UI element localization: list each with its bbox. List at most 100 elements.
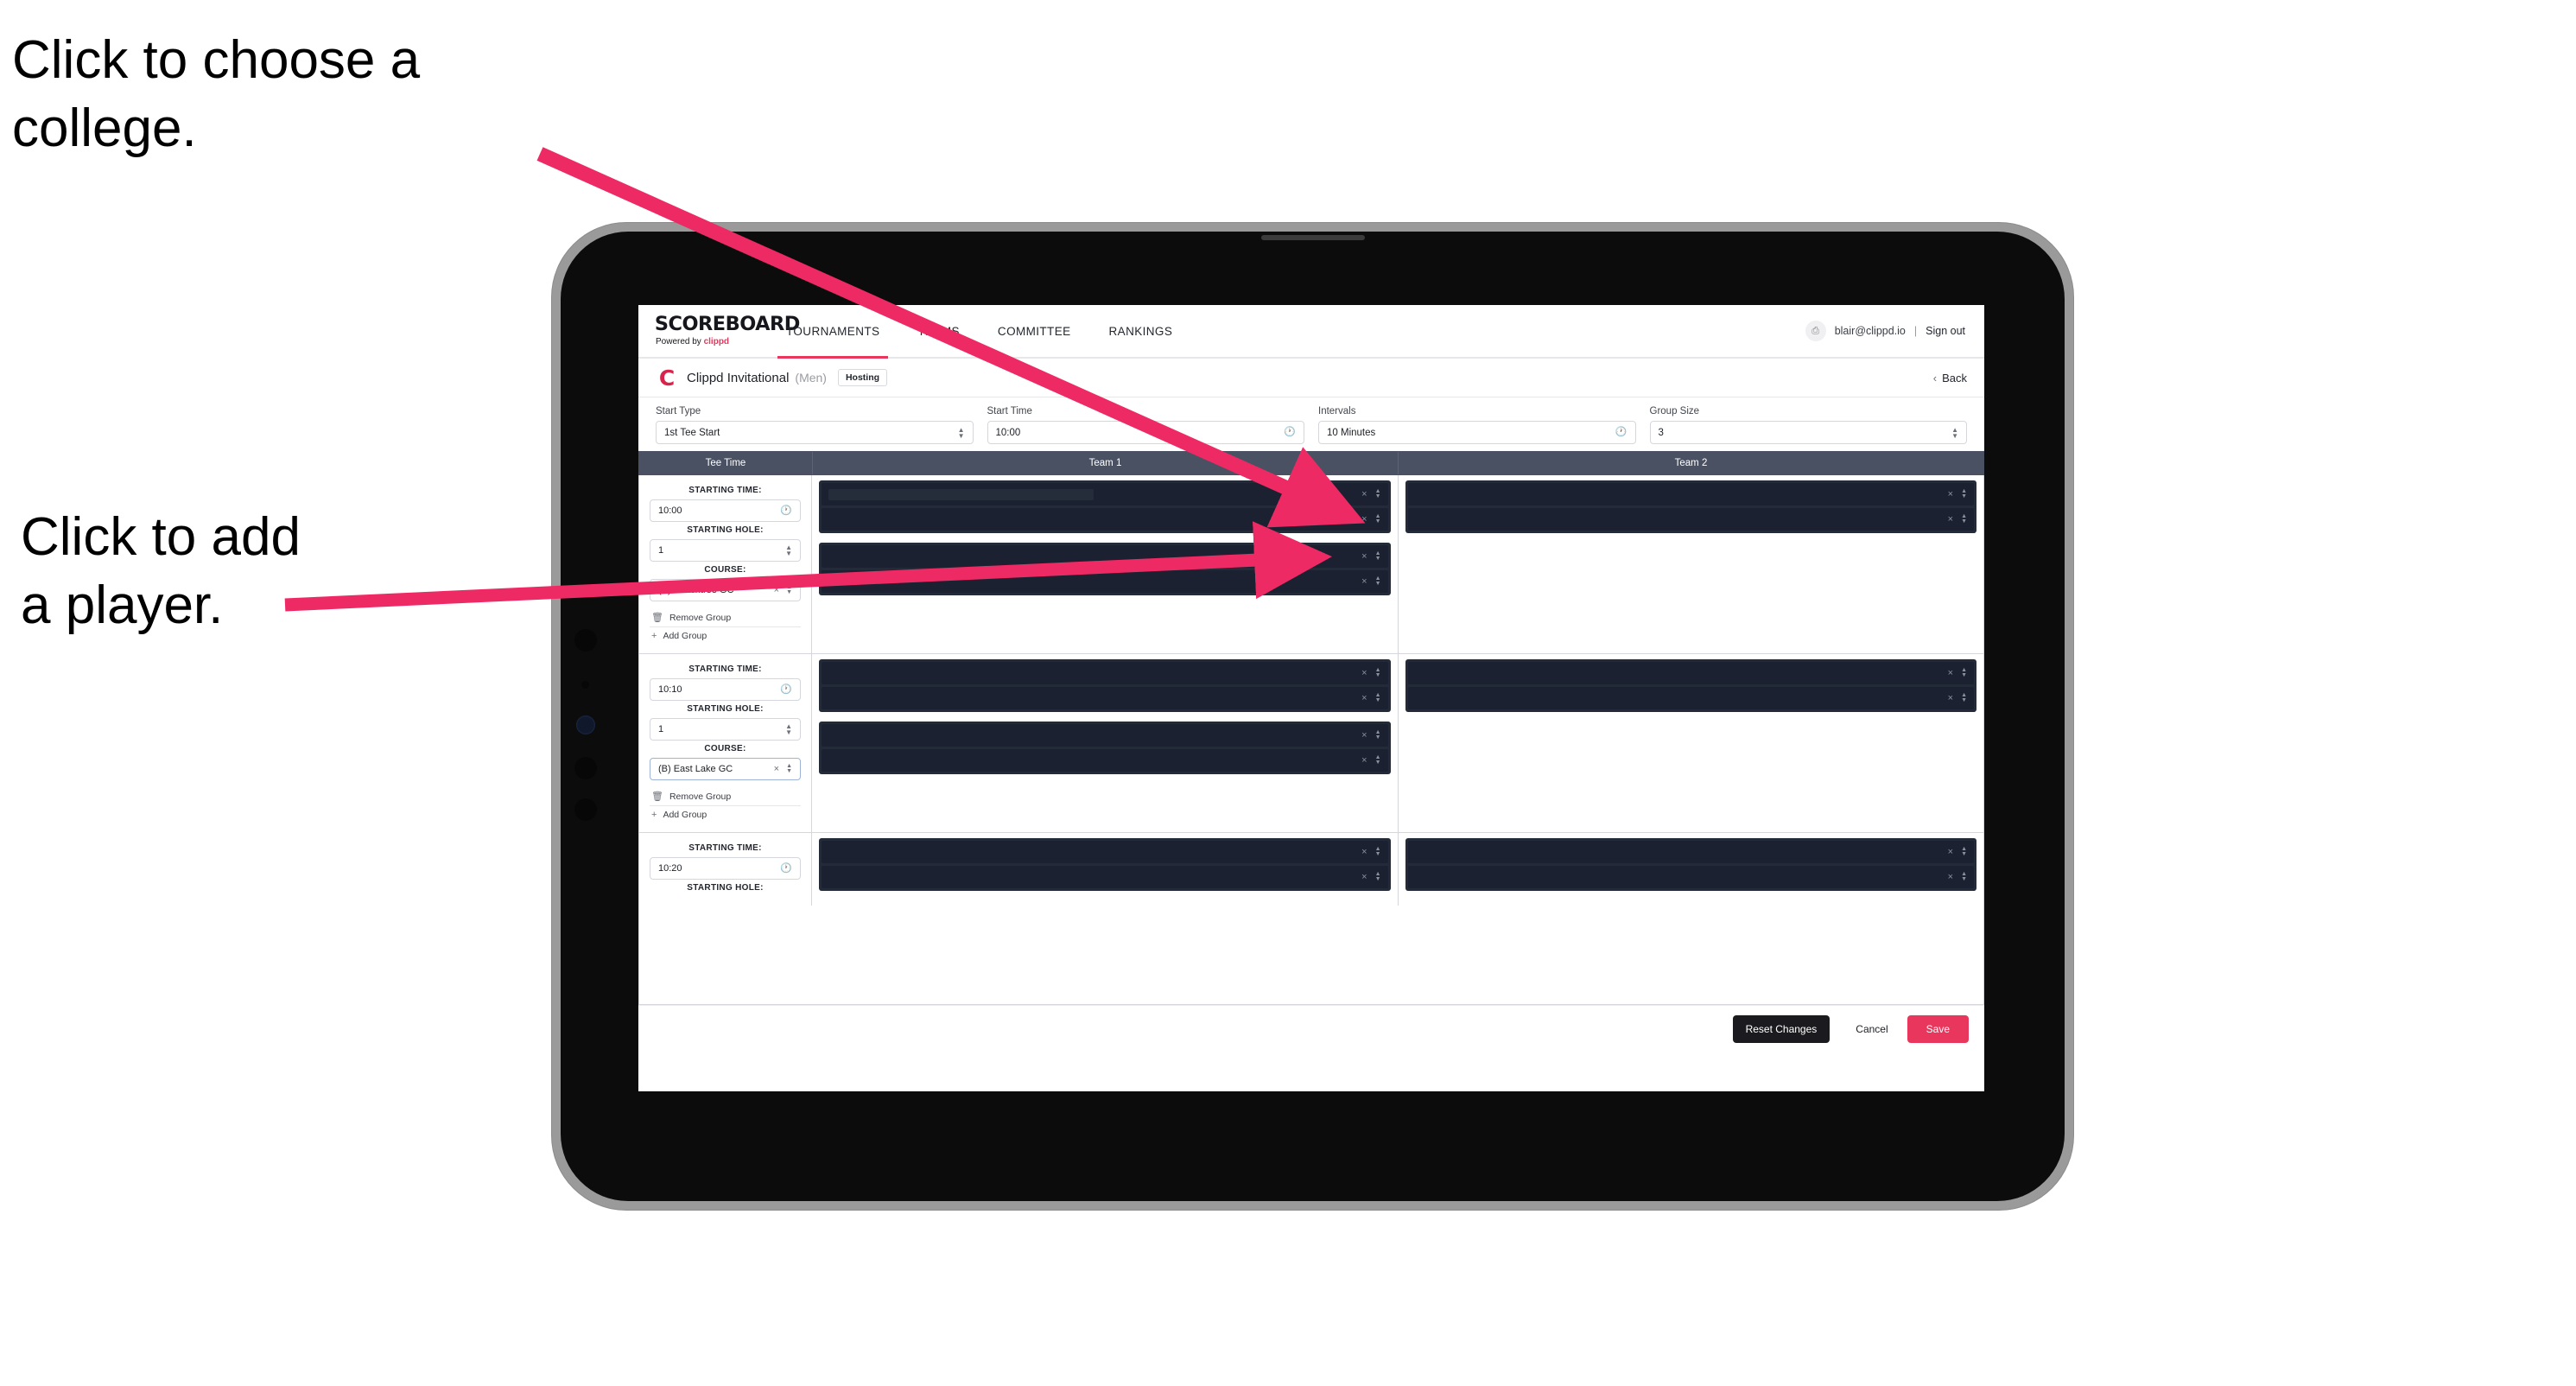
chevron-updown-icon[interactable]: ▲ ▼	[1375, 729, 1381, 741]
player-slot[interactable]: × ▲ ▼	[822, 841, 1388, 863]
clear-icon[interactable]: ×	[1361, 693, 1367, 703]
player-group: × ▲ ▼ × ▲ ▼	[1405, 659, 1976, 712]
player-slot[interactable]: × ▲ ▼	[1407, 662, 1974, 684]
course-select[interactable]: (A) Peachtree GC × ▲ ▼	[650, 579, 801, 601]
sign-out-link[interactable]: Sign out	[1926, 325, 1965, 337]
nav-item-teams[interactable]: TEAMS	[898, 305, 979, 357]
slot-controls: × ▲ ▼	[1948, 871, 1967, 882]
start-time-input[interactable]: 10:00 🕐	[987, 421, 1304, 444]
chevron-updown-icon[interactable]: ▲ ▼	[1961, 513, 1967, 525]
clear-icon[interactable]: ×	[1361, 551, 1367, 562]
player-slot[interactable]: × ▲ ▼	[822, 662, 1388, 684]
nav-item-tournaments[interactable]: TOURNAMENTS	[767, 305, 898, 359]
clear-icon[interactable]: ×	[1361, 730, 1367, 741]
save-button[interactable]: Save	[1907, 1015, 1969, 1043]
clear-icon[interactable]: ×	[1361, 872, 1367, 882]
player-slot[interactable]: × ▲ ▼	[822, 483, 1388, 505]
clear-icon[interactable]: ×	[1948, 872, 1953, 882]
start-time-value: 10:00	[995, 427, 1021, 438]
player-slot[interactable]: × ▲ ▼	[822, 866, 1388, 888]
clock-icon[interactable]: 🕐	[780, 684, 792, 695]
clear-icon[interactable]: ×	[1361, 576, 1367, 587]
starting-hole-input[interactable]: 1 ▲ ▼	[650, 718, 801, 741]
course-select-value: (B) East Lake GC	[658, 764, 733, 774]
chevron-updown-icon[interactable]: ▲ ▼	[1375, 667, 1381, 678]
chevron-updown-icon[interactable]: ▲ ▼	[785, 723, 792, 736]
player-slot[interactable]: × ▲ ▼	[1407, 841, 1974, 863]
clear-icon[interactable]: ×	[1948, 693, 1953, 703]
player-slot[interactable]: × ▲ ▼	[1407, 687, 1974, 709]
reset-changes-button[interactable]: Reset Changes	[1732, 1015, 1830, 1043]
trash-icon: 🗑	[651, 791, 663, 802]
start-type-select[interactable]: 1st Tee Start ▲ ▼	[656, 421, 974, 444]
player-slot[interactable]: × ▲ ▼	[822, 508, 1388, 531]
clear-icon[interactable]: ×	[1361, 668, 1367, 678]
starting-time-input[interactable]: 10:20 🕐	[650, 857, 801, 880]
starting-time-input[interactable]: 10:00 🕐	[650, 499, 801, 522]
clear-icon[interactable]: ×	[1948, 847, 1953, 857]
logo-tagline-prefix: Powered by	[656, 337, 704, 346]
clock-icon[interactable]: 🕐	[1284, 428, 1296, 437]
clear-icon[interactable]: ×	[1948, 514, 1953, 525]
remove-group-button[interactable]: 🗑 Remove Group	[650, 609, 801, 627]
clear-icon[interactable]: ×	[1361, 489, 1367, 499]
camera-lens-icon	[576, 715, 595, 734]
nav-item-committee[interactable]: COMMITTEE	[979, 305, 1090, 357]
chevron-updown-icon[interactable]: ▲ ▼	[1961, 488, 1967, 499]
starting-time-input[interactable]: 10:10 🕐	[650, 678, 801, 701]
clock-icon[interactable]: 🕐	[780, 505, 792, 516]
remove-group-button[interactable]: 🗑 Remove Group	[650, 788, 801, 806]
slot-controls: × ▲ ▼	[1361, 513, 1381, 525]
course-select[interactable]: (B) East Lake GC × ▲ ▼	[650, 758, 801, 780]
chevron-updown-icon[interactable]: ▲ ▼	[1375, 550, 1381, 562]
chevron-updown-icon[interactable]: ▲ ▼	[1961, 667, 1967, 678]
player-slot[interactable]: × ▲ ▼	[822, 724, 1388, 747]
brand-logo[interactable]: SCOREBOARD Powered by clippd	[638, 305, 801, 357]
field-caption: STARTING TIME:	[688, 843, 762, 853]
starting-hole-input[interactable]: 1 ▲ ▼	[650, 539, 801, 562]
add-group-button[interactable]: + Add Group	[650, 806, 801, 823]
clock-icon[interactable]: 🕐	[1615, 428, 1627, 437]
back-button[interactable]: ‹ Back	[1933, 372, 1967, 385]
player-slot[interactable]: × ▲ ▼	[822, 687, 1388, 709]
clear-icon[interactable]: ×	[774, 585, 779, 594]
nav-item-rankings[interactable]: RANKINGS	[1090, 305, 1192, 357]
clear-icon[interactable]: ×	[1361, 755, 1367, 766]
chevron-updown-icon[interactable]: ▲ ▼	[1375, 575, 1381, 587]
clear-icon[interactable]: ×	[1948, 668, 1953, 678]
chevron-updown-icon[interactable]: ▲ ▼	[1375, 871, 1381, 882]
chevron-updown-icon[interactable]: ▲ ▼	[1375, 488, 1381, 499]
slot-controls: × ▲ ▼	[1361, 575, 1381, 587]
chevron-updown-icon: ▲ ▼	[1951, 425, 1958, 440]
slot-controls: × ▲ ▼	[1361, 846, 1381, 857]
clock-icon[interactable]: 🕐	[780, 863, 792, 874]
player-slot[interactable]: × ▲ ▼	[822, 545, 1388, 568]
player-slot[interactable]: × ▲ ▼	[822, 749, 1388, 772]
player-slot[interactable]: × ▲ ▼	[1407, 483, 1974, 505]
setting-start-time-label: Start Time	[987, 406, 1032, 416]
chevron-updown-icon[interactable]: ▲ ▼	[1961, 692, 1967, 703]
chevron-updown-icon[interactable]: ▲ ▼	[785, 544, 792, 557]
player-slot[interactable]: × ▲ ▼	[822, 570, 1388, 593]
add-group-button[interactable]: + Add Group	[650, 627, 801, 645]
chevron-updown-icon[interactable]: ▲ ▼	[786, 584, 792, 595]
clear-icon[interactable]: ×	[1948, 489, 1953, 499]
chevron-updown-icon[interactable]: ▲ ▼	[1375, 692, 1381, 703]
avatar[interactable]: ⎙	[1805, 321, 1826, 341]
clear-icon[interactable]: ×	[774, 764, 779, 773]
starting-hole-input-value: 1	[658, 724, 664, 734]
clear-icon[interactable]: ×	[1361, 514, 1367, 525]
chevron-updown-icon[interactable]: ▲ ▼	[1961, 846, 1967, 857]
chevron-updown-icon[interactable]: ▲ ▼	[1375, 513, 1381, 525]
start-type-value: 1st Tee Start	[664, 427, 720, 438]
clear-icon[interactable]: ×	[1361, 847, 1367, 857]
chevron-updown-icon[interactable]: ▲ ▼	[1375, 754, 1381, 766]
chevron-updown-icon[interactable]: ▲ ▼	[786, 763, 792, 774]
player-slot[interactable]: × ▲ ▼	[1407, 508, 1974, 531]
chevron-updown-icon[interactable]: ▲ ▼	[1961, 871, 1967, 882]
chevron-updown-icon[interactable]: ▲ ▼	[1375, 846, 1381, 857]
group-size-select[interactable]: 3 ▲ ▼	[1649, 421, 1967, 444]
intervals-input[interactable]: 10 Minutes 🕐	[1318, 421, 1636, 444]
player-slot[interactable]: × ▲ ▼	[1407, 866, 1974, 888]
cancel-button[interactable]: Cancel	[1840, 1015, 1903, 1043]
